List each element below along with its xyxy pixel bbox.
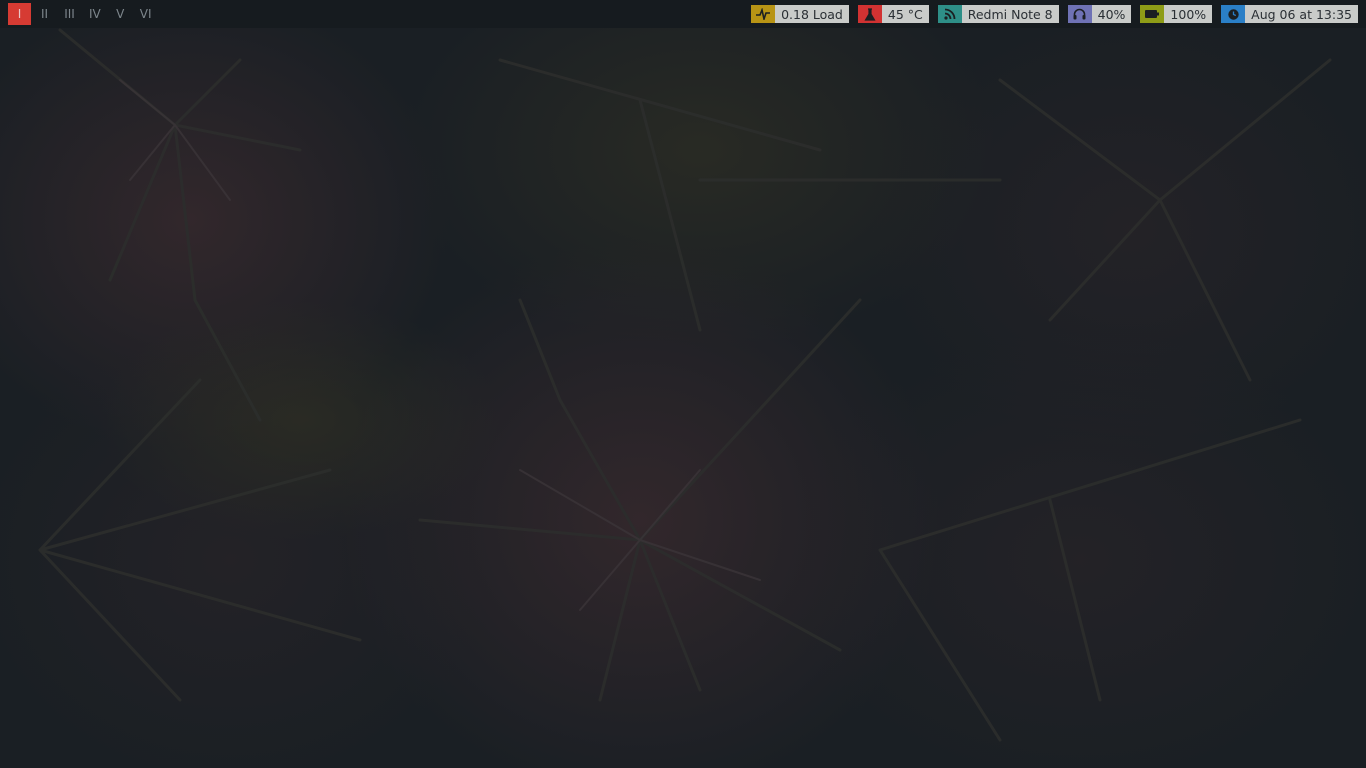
load-module[interactable]: 0.18 Load <box>751 5 849 23</box>
temperature-value: 45 °C <box>881 5 929 23</box>
workspace-1-button[interactable]: I <box>8 3 31 25</box>
pulse-icon <box>751 5 776 23</box>
clock-module[interactable]: Aug 06 at 13:35 <box>1221 5 1358 23</box>
network-module[interactable]: Redmi Note 8 <box>937 5 1059 23</box>
volume-module[interactable]: 40% <box>1067 5 1132 23</box>
volume-value: 40% <box>1091 5 1132 23</box>
battery-icon <box>1140 5 1165 23</box>
battery-module[interactable]: 100% <box>1140 5 1213 23</box>
workspace-switcher: I II III IV V VI <box>0 0 160 28</box>
workspace-6-button[interactable]: VI <box>134 3 158 25</box>
status-modules: 0.18 Load 45 °C Redmi Note 8 40% 100% Au… <box>742 0 1366 28</box>
workspace-4-button[interactable]: IV <box>83 3 107 25</box>
network-name: Redmi Note 8 <box>961 5 1059 23</box>
load-value: 0.18 Load <box>775 5 849 23</box>
workspace-2-button[interactable]: II <box>33 3 56 25</box>
clock-value: Aug 06 at 13:35 <box>1245 5 1358 23</box>
clock-icon <box>1221 5 1246 23</box>
workspace-3-button[interactable]: III <box>58 3 81 25</box>
headphones-icon <box>1067 5 1092 23</box>
desktop-wallpaper <box>0 0 1366 768</box>
top-bar: I II III IV V VI 0.18 Load 45 °C Redmi N… <box>0 0 1366 28</box>
temperature-module[interactable]: 45 °C <box>857 5 929 23</box>
workspace-5-button[interactable]: V <box>109 3 132 25</box>
battery-value: 100% <box>1164 5 1213 23</box>
thermometer-icon <box>857 5 882 23</box>
wifi-icon <box>937 5 962 23</box>
